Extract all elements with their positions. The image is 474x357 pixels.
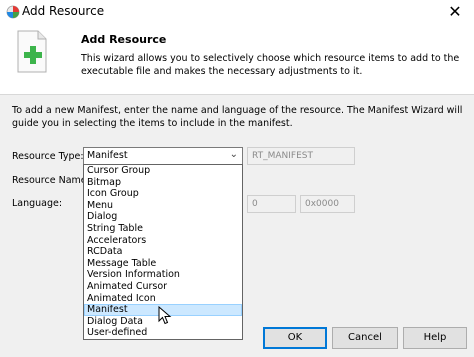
- resource-type-value: Manifest: [87, 150, 128, 161]
- header-description: This wizard allows you to selectively ch…: [81, 53, 460, 77]
- language-id-field: 0: [247, 195, 296, 213]
- window-title: Add Resource: [22, 4, 105, 18]
- dropdown-option[interactable]: Bitmap: [84, 177, 242, 189]
- language-hex-field: 0x0000: [300, 195, 355, 213]
- dropdown-option[interactable]: String Table: [84, 223, 242, 235]
- dropdown-option[interactable]: Version Information: [84, 269, 242, 281]
- dropdown-option[interactable]: Icon Group: [84, 188, 242, 200]
- dropdown-option[interactable]: User-defined: [84, 327, 242, 339]
- dropdown-option[interactable]: Message Table: [84, 258, 242, 270]
- mouse-pointer-icon: [158, 306, 172, 325]
- ok-button[interactable]: OK: [263, 327, 327, 349]
- resource-type-combobox[interactable]: Manifest ⌄: [83, 147, 243, 165]
- dropdown-option[interactable]: Cursor Group: [84, 165, 242, 177]
- cancel-button[interactable]: Cancel: [332, 327, 398, 349]
- language-id-value: 0: [252, 199, 258, 209]
- title-bar: Add Resource ✕: [0, 0, 474, 24]
- help-button[interactable]: Help: [403, 327, 467, 349]
- dropdown-option[interactable]: RCData: [84, 246, 242, 258]
- resource-type-label: Resource Type:: [12, 151, 84, 162]
- close-button[interactable]: ✕: [436, 0, 474, 24]
- dropdown-option[interactable]: Menu: [84, 200, 242, 212]
- resource-type-id: RT_MANIFEST: [252, 151, 313, 161]
- dropdown-option[interactable]: Animated Cursor: [84, 281, 242, 293]
- add-document-icon: [17, 30, 47, 73]
- resource-name-label: Resource Name:: [12, 175, 90, 186]
- resource-type-id-field: RT_MANIFEST: [247, 147, 355, 165]
- header-title: Add Resource: [81, 33, 167, 46]
- dropdown-option[interactable]: Accelerators: [84, 235, 242, 247]
- chevron-down-icon: ⌄: [229, 149, 238, 160]
- language-label: Language:: [12, 198, 63, 209]
- wizard-header: Add Resource This wizard allows you to s…: [0, 24, 474, 95]
- app-icon: [6, 5, 20, 19]
- dropdown-option[interactable]: Dialog: [84, 211, 242, 223]
- language-hex-value: 0x0000: [305, 199, 339, 209]
- intro-text: To add a new Manifest, enter the name an…: [12, 105, 463, 129]
- dropdown-option[interactable]: Animated Icon: [84, 293, 242, 305]
- close-icon: ✕: [448, 2, 462, 21]
